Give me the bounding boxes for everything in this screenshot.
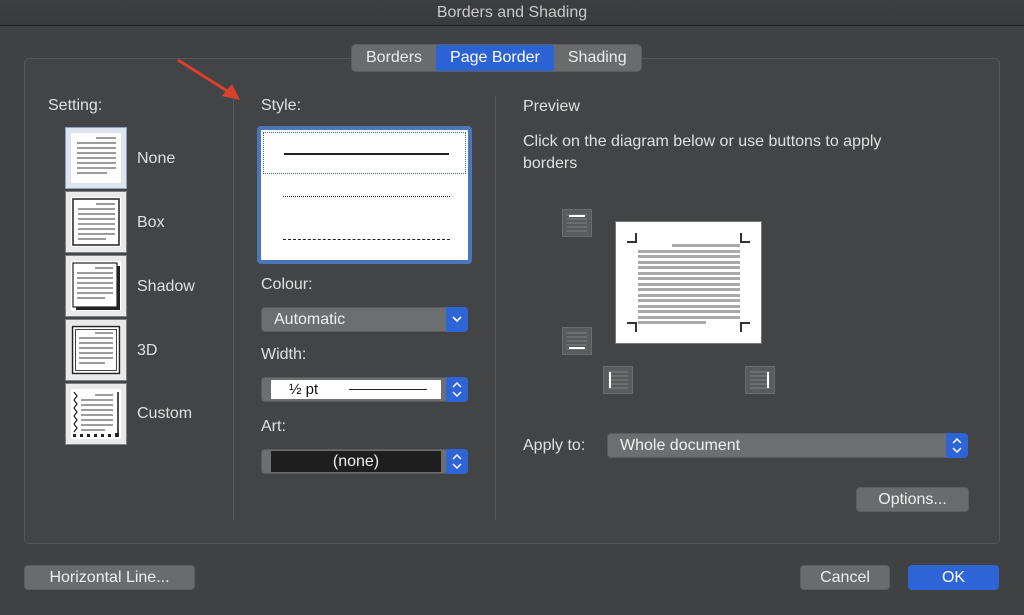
divider bbox=[233, 96, 234, 520]
bottom-border-button[interactable] bbox=[562, 327, 592, 355]
setting-none[interactable] bbox=[65, 127, 127, 189]
setting-shadow-icon bbox=[71, 261, 121, 311]
setting-custom-label: Custom bbox=[137, 405, 193, 422]
options-button[interactable]: Options... bbox=[856, 487, 969, 512]
tab-page-border[interactable]: Page Border bbox=[436, 45, 554, 71]
left-border-icon bbox=[609, 372, 611, 388]
setting-3d[interactable] bbox=[65, 319, 127, 381]
ok-button[interactable]: OK bbox=[908, 565, 999, 590]
left-border-button[interactable] bbox=[603, 366, 633, 394]
style-label: Style: bbox=[261, 97, 302, 114]
annotation-arrow-icon bbox=[177, 58, 240, 100]
setting-shadow-label: Shadow bbox=[137, 278, 195, 295]
right-border-button[interactable] bbox=[745, 366, 775, 394]
width-label: Width: bbox=[261, 346, 307, 363]
colour-label: Colour: bbox=[261, 276, 313, 293]
up-down-chevron-icon bbox=[446, 449, 468, 474]
colour-dropdown[interactable]: Automatic bbox=[261, 307, 468, 332]
top-border-icon bbox=[569, 215, 585, 217]
up-down-chevron-icon bbox=[946, 433, 968, 458]
setting-none-label: None bbox=[137, 150, 176, 167]
setting-3d-label: 3D bbox=[137, 342, 158, 359]
style-option-dashed[interactable] bbox=[263, 218, 466, 260]
bottom-border-icon bbox=[569, 347, 585, 349]
apply-to-value: Whole document bbox=[620, 437, 741, 454]
art-value: (none) bbox=[332, 453, 380, 470]
cancel-button[interactable]: Cancel bbox=[800, 565, 890, 590]
setting-box-icon bbox=[71, 197, 121, 247]
tab-shading[interactable]: Shading bbox=[554, 45, 641, 71]
right-border-icon bbox=[767, 372, 769, 388]
solid-line-icon bbox=[284, 153, 449, 155]
tab-borders[interactable]: Borders bbox=[352, 45, 436, 71]
art-label: Art: bbox=[261, 418, 286, 435]
apply-to-dropdown[interactable]: Whole document bbox=[607, 433, 968, 458]
dashed-line-icon bbox=[283, 239, 450, 240]
apply-to-label: Apply to: bbox=[523, 437, 586, 454]
setting-custom-icon bbox=[71, 389, 121, 439]
setting-label: Setting: bbox=[48, 97, 103, 114]
preview-label: Preview bbox=[523, 98, 580, 115]
tab-bar: Borders Page Border Shading bbox=[352, 45, 641, 71]
colour-value: Automatic bbox=[274, 311, 346, 328]
chevron-down-icon bbox=[446, 307, 468, 332]
setting-box-label: Box bbox=[137, 214, 165, 231]
top-border-button[interactable] bbox=[562, 209, 592, 237]
style-list[interactable] bbox=[257, 126, 472, 264]
up-down-chevron-icon bbox=[446, 377, 468, 402]
title-bar: Borders and Shading bbox=[0, 0, 1024, 26]
horizontal-line-button[interactable]: Horizontal Line... bbox=[24, 565, 195, 590]
window-title: Borders and Shading bbox=[436, 4, 588, 21]
width-dropdown[interactable]: ½ pt bbox=[261, 377, 468, 402]
dotted-line-icon bbox=[283, 196, 450, 197]
preview-diagram[interactable] bbox=[615, 221, 762, 344]
art-dropdown[interactable]: (none) bbox=[261, 449, 468, 474]
setting-3d-icon bbox=[71, 325, 121, 375]
setting-box[interactable] bbox=[65, 191, 127, 253]
preview-instructions: Click on the diagram below or use button… bbox=[523, 133, 882, 172]
setting-none-icon bbox=[71, 133, 121, 183]
width-line-preview-icon bbox=[349, 389, 427, 390]
setting-shadow[interactable] bbox=[65, 255, 127, 317]
divider bbox=[495, 96, 496, 520]
style-option-solid[interactable] bbox=[263, 132, 466, 174]
width-value: ½ pt bbox=[289, 381, 319, 398]
style-option-dotted[interactable] bbox=[263, 175, 466, 217]
preview-text-lines-icon bbox=[638, 244, 740, 324]
setting-custom[interactable] bbox=[65, 383, 127, 445]
